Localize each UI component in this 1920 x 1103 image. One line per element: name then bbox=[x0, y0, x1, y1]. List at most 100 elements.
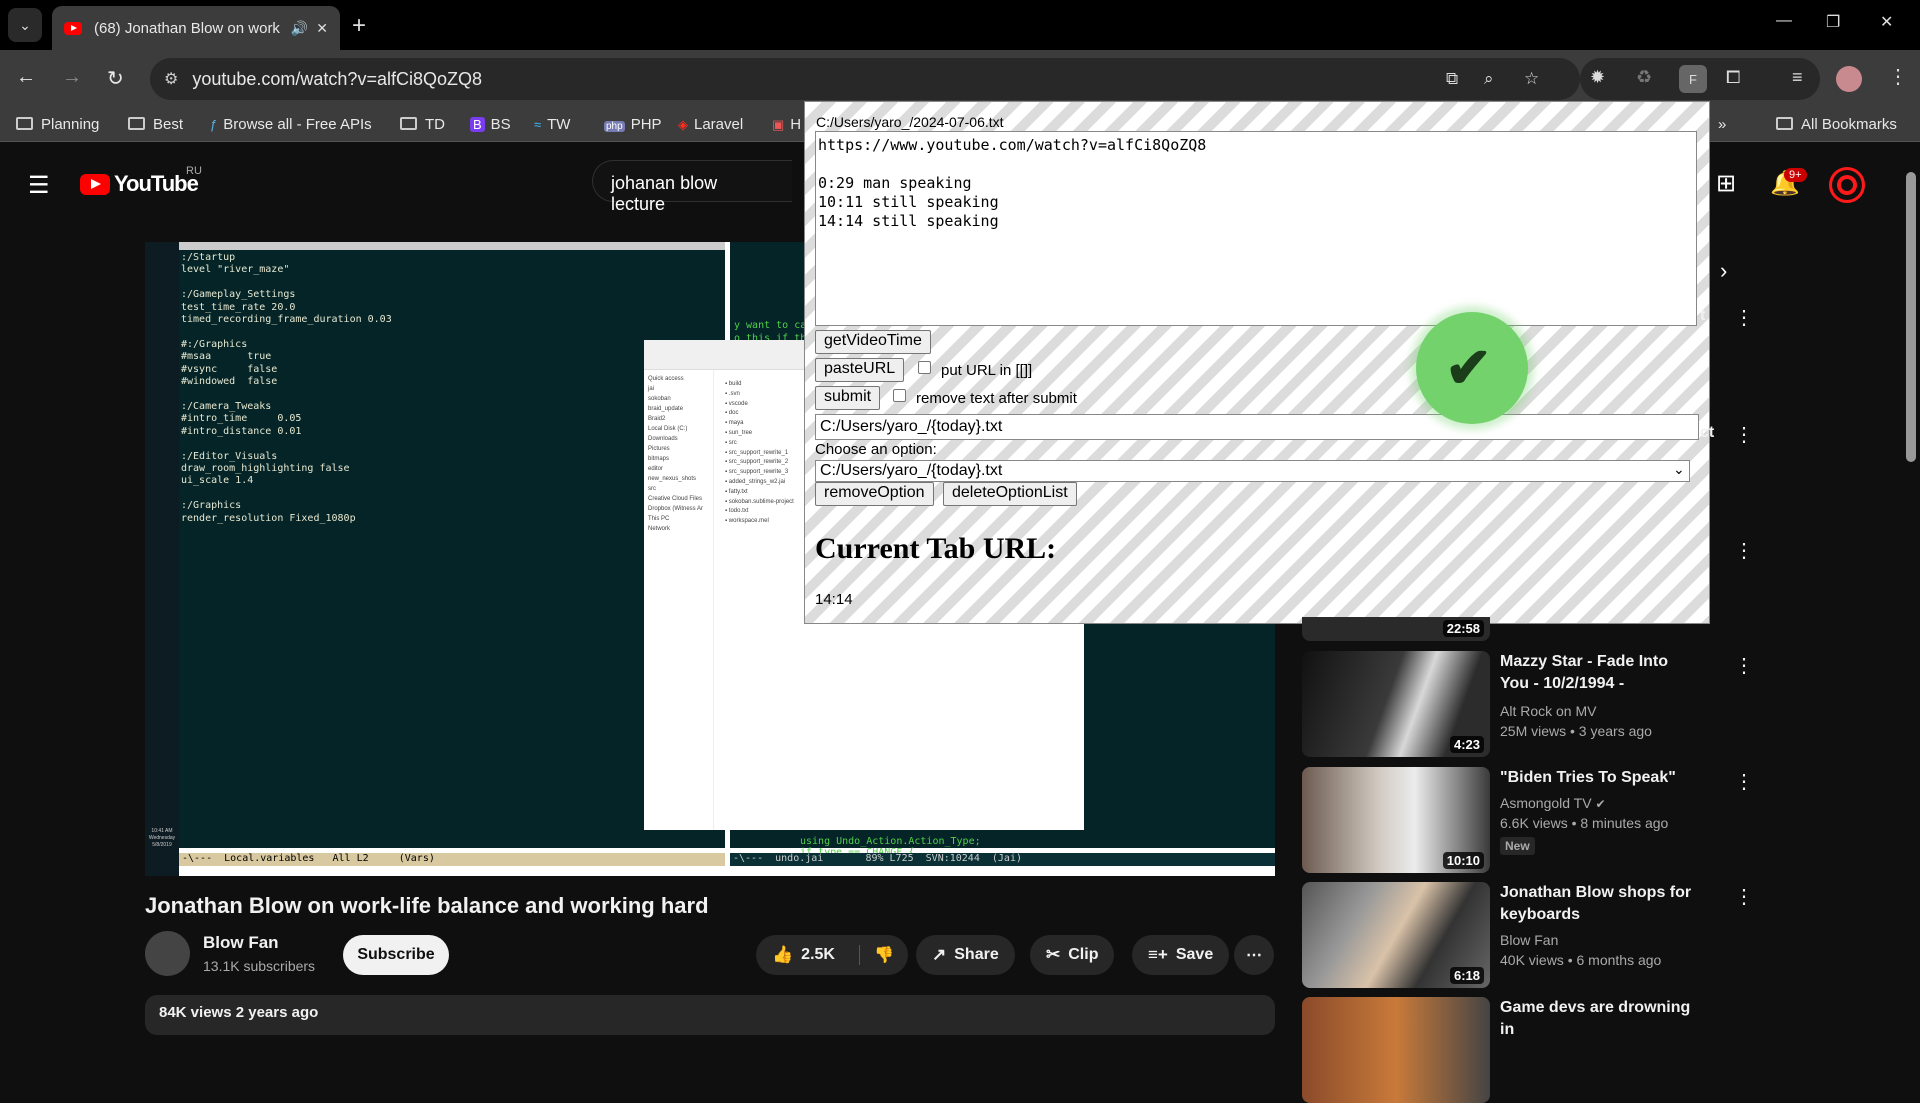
url-text[interactable]: youtube.com/watch?v=alfCi8QoZQ8 bbox=[192, 69, 482, 90]
new-tab-button[interactable]: + bbox=[352, 12, 366, 40]
search-input[interactable]: johanan blow lecture bbox=[592, 160, 792, 214]
explorer-sidebar-item: editor bbox=[648, 466, 664, 472]
video-menu-icon[interactable]: ⋮ bbox=[1734, 653, 1754, 678]
tailwind-icon: ≈ bbox=[534, 117, 542, 132]
chevron-right-icon[interactable]: › bbox=[1720, 258, 1727, 284]
bookmark-laravel[interactable]: ◈ Laravel bbox=[678, 116, 743, 133]
subscriber-count: 13.1K subscribers bbox=[203, 958, 316, 974]
back-arrow-icon[interactable]: ← bbox=[16, 66, 36, 89]
channel-name[interactable]: Blow Fan bbox=[1500, 932, 1558, 948]
save-button[interactable]: ≡+ Save bbox=[1132, 935, 1230, 975]
video-thumbnail[interactable]: 10:10 bbox=[1302, 767, 1490, 873]
video-menu-icon[interactable]: ⋮ bbox=[1734, 305, 1754, 330]
bookmark-best[interactable]: Best bbox=[128, 116, 183, 133]
editor-status-left: -\--- Local.variables All L2 (Vars) bbox=[179, 853, 725, 866]
remove-option-button[interactable]: removeOption bbox=[815, 482, 934, 506]
chrome-menu-icon[interactable]: ⋮ bbox=[1888, 64, 1908, 89]
share-button[interactable]: ↗ Share bbox=[916, 935, 1015, 975]
minimize-icon[interactable]: — bbox=[1776, 12, 1792, 30]
remove-text-checkbox[interactable] bbox=[893, 389, 906, 402]
video-meta: 6.6K views • 8 minutes ago bbox=[1500, 815, 1669, 831]
video-title[interactable]: Game devs are drowning in bbox=[1500, 997, 1700, 1041]
bookmark-h[interactable]: ▣ H bbox=[772, 116, 801, 133]
menu-icon[interactable]: ☰ bbox=[28, 171, 50, 200]
subscribe-button[interactable]: Subscribe bbox=[343, 935, 449, 975]
video-thumbnail[interactable]: 6:18 bbox=[1302, 882, 1490, 988]
duration-badge: 6:18 bbox=[1449, 967, 1484, 984]
explorer-sidebar-item: Creative Cloud Files bbox=[648, 496, 703, 502]
video-thumbnail[interactable] bbox=[1302, 997, 1490, 1103]
put-url-label: put URL in [[]] bbox=[941, 362, 1033, 379]
bookmark-free-apis[interactable]: ƒ Browse all - Free APIs bbox=[210, 116, 372, 133]
media-control-icon[interactable]: ≡ bbox=[1792, 67, 1803, 88]
video-menu-icon[interactable]: ⋮ bbox=[1734, 769, 1754, 794]
extension-recycle-icon[interactable]: ♻ bbox=[1636, 67, 1652, 88]
profile-avatar[interactable] bbox=[1836, 66, 1862, 92]
more-bookmarks-icon[interactable]: » bbox=[1718, 116, 1726, 133]
paste-url-button[interactable]: pasteURL bbox=[815, 358, 905, 382]
explorer-sidebar-item: Local Disk (C:) bbox=[648, 426, 688, 432]
channel-avatar[interactable] bbox=[145, 931, 190, 976]
editor-titlebar bbox=[179, 242, 725, 250]
chevron-down-icon[interactable]: ⌄ bbox=[1673, 461, 1685, 478]
bookmark-star-icon[interactable]: ☆ bbox=[1524, 69, 1539, 89]
reload-icon[interactable]: ↻ bbox=[107, 66, 124, 91]
video-thumbnail-partial[interactable]: 22:58 bbox=[1302, 617, 1490, 641]
zoom-icon[interactable]: ⌕ bbox=[1484, 69, 1494, 89]
video-thumbnail[interactable]: 4:23 bbox=[1302, 651, 1490, 757]
all-bookmarks[interactable]: All Bookmarks bbox=[1776, 116, 1897, 133]
notification-count-badge: 9+ bbox=[1784, 168, 1807, 182]
install-app-icon[interactable]: ⧉ bbox=[1446, 69, 1458, 89]
video-menu-icon[interactable]: ⋮ bbox=[1734, 422, 1754, 447]
new-badge: New bbox=[1500, 837, 1535, 855]
option-select[interactable]: C:/Users/yaro_/{today}.txt bbox=[815, 460, 1690, 482]
site-info-icon[interactable]: ⚙ bbox=[164, 69, 178, 89]
restore-icon[interactable]: ❐ bbox=[1826, 12, 1840, 32]
sidebar-title-fragment: t bbox=[1700, 307, 1706, 324]
page-scrollbar[interactable] bbox=[1906, 172, 1916, 462]
explorer-sidebar-item: Downloads bbox=[648, 436, 678, 442]
path-input[interactable]: C:/Users/yaro_/{today}.txt bbox=[815, 414, 1699, 440]
extension-bug-icon[interactable]: ✹ bbox=[1590, 67, 1605, 88]
bookmark-php[interactable]: php PHP bbox=[604, 116, 662, 133]
forward-arrow-icon[interactable]: → bbox=[62, 66, 82, 89]
close-tab-icon[interactable]: ✕ bbox=[316, 20, 328, 37]
description-box[interactable]: 84K views 2 years ago bbox=[145, 995, 1275, 1035]
address-bar[interactable]: ⚙ youtube.com/watch?v=alfCi8QoZQ8 ⧉ ⌕ ☆ bbox=[150, 58, 1580, 100]
close-window-icon[interactable]: ✕ bbox=[1880, 12, 1893, 32]
create-video-icon[interactable]: ⊞ bbox=[1716, 169, 1736, 198]
sidebar-title-fragment: ct bbox=[1700, 424, 1715, 441]
more-actions-icon[interactable]: ⋯ bbox=[1234, 935, 1274, 975]
video-title[interactable]: Jonathan Blow shops for keyboards bbox=[1500, 882, 1700, 926]
youtube-favicon-icon bbox=[64, 21, 82, 35]
extensions-puzzle-icon[interactable]: ⧠ bbox=[1726, 67, 1740, 88]
extension-f-icon[interactable]: F bbox=[1679, 65, 1707, 93]
notes-textarea[interactable]: https://www.youtube.com/watch?v=alfCi8Qo… bbox=[815, 131, 1697, 326]
youtube-logo[interactable]: YouTube bbox=[80, 171, 199, 197]
speaker-icon[interactable]: 🔊 bbox=[291, 20, 308, 37]
video-title[interactable]: "Biden Tries To Speak" bbox=[1500, 767, 1700, 789]
submit-button[interactable]: submit bbox=[815, 386, 881, 410]
bookmark-planning[interactable]: Planning bbox=[16, 116, 99, 133]
channel-name[interactable]: Asmongold TV ✔ bbox=[1500, 795, 1606, 811]
remove-text-label: remove text after submit bbox=[916, 390, 1077, 407]
clip-button[interactable]: ✂ Clip bbox=[1030, 935, 1115, 975]
channel-name[interactable]: Alt Rock on MV bbox=[1500, 703, 1596, 719]
video-menu-icon[interactable]: ⋮ bbox=[1734, 538, 1754, 563]
bookmark-tw[interactable]: ≈ TW bbox=[534, 116, 570, 133]
thumbs-down-icon[interactable]: 👎 bbox=[858, 945, 894, 965]
active-tab[interactable]: (68) Jonathan Blow on work 🔊 ✕ bbox=[52, 6, 340, 50]
video-menu-icon[interactable]: ⋮ bbox=[1734, 884, 1754, 909]
bookmark-td[interactable]: TD bbox=[400, 116, 445, 133]
like-button[interactable]: 👍 2.5K 👎 bbox=[756, 935, 908, 975]
get-video-time-button[interactable]: getVideoTime bbox=[815, 330, 931, 354]
tab-search-button[interactable]: ⌄ bbox=[8, 8, 42, 42]
bookmark-bs[interactable]: B BS bbox=[470, 116, 511, 133]
account-avatar[interactable] bbox=[1829, 167, 1865, 203]
channel-name[interactable]: Blow Fan bbox=[203, 933, 279, 953]
delete-option-list-button[interactable]: deleteOptionList bbox=[943, 482, 1077, 506]
scissors-icon: ✂ bbox=[1046, 945, 1061, 964]
explorer-sidebar-item: new_nexus_shots bbox=[648, 476, 697, 482]
video-title[interactable]: Mazzy Star - Fade Into You - 10/2/1994 -… bbox=[1500, 651, 1700, 695]
put-url-checkbox[interactable] bbox=[918, 361, 931, 374]
